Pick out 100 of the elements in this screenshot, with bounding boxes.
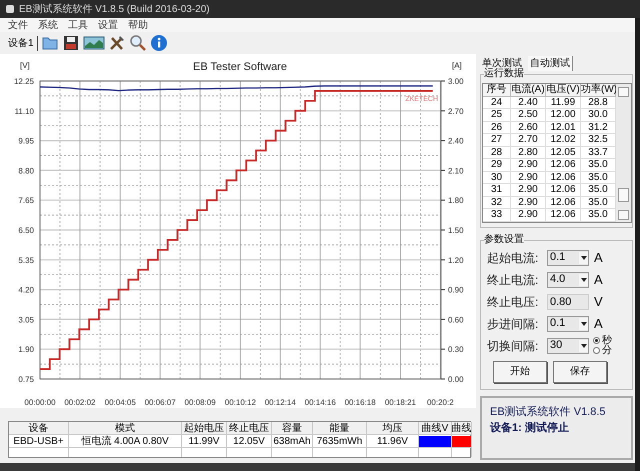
menu-item[interactable]: 设置 (98, 18, 118, 32)
status-title: EB测试系统软件 V1.8.5 (490, 404, 607, 420)
axis-unit: [V] (20, 61, 30, 70)
x-axis-label: 00:20:2 (427, 398, 454, 407)
group-title: 运行数据 (484, 68, 524, 80)
x-axis-label: 00:14:16 (304, 398, 336, 407)
field-label: 切换间隔: (487, 338, 540, 354)
column-header: 起始电压 (182, 422, 227, 435)
field-label: 步进间隔: (487, 316, 540, 332)
y-axis-label: 11.10 (14, 106, 34, 116)
table-cell: 31 (483, 184, 511, 196)
x-axis-label: 00:12:14 (264, 398, 296, 407)
table-cell: 12.06 (546, 172, 581, 184)
menu-item[interactable]: 工具 (68, 18, 88, 32)
dropdown[interactable]: 4.0 (547, 272, 589, 288)
table-cell: 12.02 (546, 134, 581, 146)
table-cell: 2.90 (511, 209, 546, 222)
y-axis-label: 3.00 (448, 77, 464, 86)
table-cell: 2.90 (511, 196, 546, 209)
y-axis-label: 1.50 (448, 226, 464, 235)
info-icon[interactable] (150, 34, 168, 52)
y-axis-label: 1.20 (448, 256, 464, 265)
column-header: 曲线 (452, 422, 472, 435)
y-axis-label: 0.30 (448, 345, 464, 354)
table-cell: 29 (483, 159, 511, 172)
caret-icon (579, 274, 588, 286)
table-cell: 2.90 (511, 184, 546, 196)
table-cell: 12.06 (546, 159, 581, 172)
y-axis-label: 7.65 (18, 196, 34, 206)
dropdown[interactable]: 0.1 (547, 250, 589, 266)
y-axis-label: 9.95 (18, 136, 34, 146)
search-icon[interactable] (128, 34, 147, 52)
unit-label: A (594, 314, 603, 333)
x-axis-label: 00:02:02 (64, 398, 96, 407)
caret-icon (579, 318, 588, 330)
y-axis-label: 5.35 (18, 256, 34, 265)
y-axis-label: 4.20 (18, 286, 34, 295)
dropdown[interactable]: 0.1 (547, 316, 589, 332)
table-cell: 12.00 (546, 109, 581, 122)
table-cell: 33 (483, 209, 511, 222)
menu-item[interactable]: 文件 (8, 18, 28, 32)
radio-button[interactable]: 分 (593, 346, 612, 356)
table-cell: 27 (483, 134, 511, 146)
radio-button[interactable]: 秒 (593, 336, 612, 346)
y-axis-label: 2.10 (448, 166, 464, 176)
table-cell: 2.80 (511, 146, 546, 159)
table-cell: 12.06 (546, 184, 581, 196)
table-cell: 32 (483, 196, 511, 209)
y-axis-label: 1.80 (448, 196, 464, 206)
text-field[interactable]: 0.80 (547, 294, 589, 310)
table-cell: 12.01 (546, 122, 581, 134)
x-axis-label: 00:06:07 (144, 398, 176, 407)
column-header: 电流(A) (511, 84, 546, 96)
column-header: 终止电压 (227, 422, 272, 435)
x-axis-label: 00:10:12 (224, 398, 256, 407)
unit-label: A (594, 270, 603, 289)
chart-title: EB Tester Software (193, 61, 287, 73)
menu-item[interactable]: 系统 (38, 18, 58, 32)
table-cell: 12.05 (546, 146, 581, 159)
action-button[interactable]: 保存 (553, 360, 607, 382)
axis-unit: [A] (452, 61, 462, 70)
menu-item[interactable]: 帮助 (128, 18, 148, 32)
y-axis-label: 2.40 (448, 136, 464, 146)
table-cell: 2.50 (511, 109, 546, 122)
column-header: 均压 (367, 422, 419, 435)
table-cell: 2.70 (511, 134, 546, 146)
unit-label: V (594, 292, 603, 311)
y-axis-label: 1.90 (18, 345, 34, 354)
y-axis-label: 2.70 (448, 106, 464, 116)
tools-icon[interactable] (108, 34, 126, 52)
save-icon[interactable] (62, 34, 80, 52)
table-cell: 2.90 (511, 159, 546, 172)
field-label: 起始电流: (487, 250, 540, 266)
chart-image-icon[interactable] (82, 34, 105, 52)
scrollbar[interactable] (616, 84, 631, 222)
table-cell: 11.99 (546, 96, 581, 109)
tab[interactable]: 自动测试 (528, 56, 573, 71)
device-label: 设备1 (8, 36, 38, 50)
column-header: 模式 (69, 422, 182, 435)
column-header: 设备 (9, 422, 69, 435)
table-cell: 2.60 (511, 122, 546, 134)
column-header: 功率(W) (581, 84, 616, 96)
column-header: 电压(V) (546, 84, 581, 96)
table-cell: 2.90 (511, 172, 546, 184)
x-axis-label: 00:08:09 (184, 398, 216, 407)
y-axis-label: 0.90 (448, 286, 464, 295)
field-label: 终止电流: (487, 272, 540, 288)
table-cell: 26 (483, 122, 511, 134)
action-button[interactable]: 开始 (493, 360, 547, 382)
dropdown[interactable]: 30 (547, 338, 589, 354)
status-message: 设备1: 测试停止 (490, 420, 570, 436)
table-cell: 2.40 (511, 96, 546, 109)
y-axis-label: 0.60 (448, 315, 464, 324)
table-cell: 25 (483, 109, 511, 122)
column-header: 容量 (272, 422, 313, 435)
unit-label: A (594, 248, 603, 267)
caret-icon (579, 252, 588, 264)
table-cell: 30 (483, 172, 511, 184)
y-axis-label: 12.25 (14, 77, 34, 86)
group-title: 参数设置 (484, 234, 524, 246)
